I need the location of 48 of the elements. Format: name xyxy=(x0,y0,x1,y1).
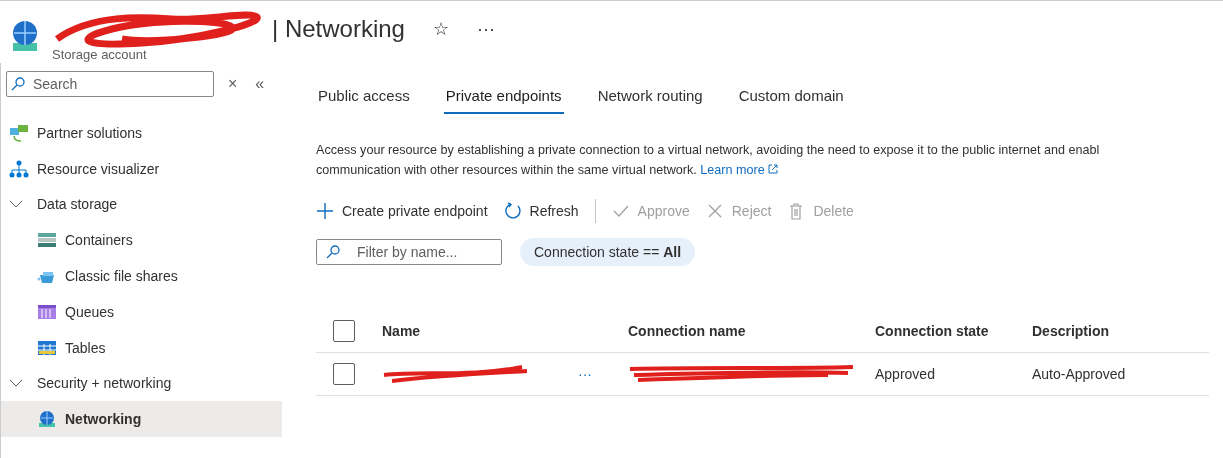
globe-icon xyxy=(10,19,40,53)
nav-item[interactable]: Networking xyxy=(1,401,282,438)
table-cell-text: Approved xyxy=(875,366,936,382)
toolbar-button[interactable]: Create private endpoint xyxy=(316,198,488,224)
more-button[interactable]: ··· xyxy=(578,366,628,382)
filter-field[interactable]: Filter by name... xyxy=(316,239,502,265)
nav-item[interactable]: Queues xyxy=(1,294,282,330)
select-all-checkbox[interactable] xyxy=(333,320,355,342)
collapse-button[interactable]: « xyxy=(251,75,269,93)
hierarchy-icon xyxy=(9,159,29,178)
tab[interactable]: Public access xyxy=(316,87,412,114)
chevron-icon xyxy=(9,378,23,389)
description-text: Access your resource by establishing a private connection to a virtual network, avoiding the need to expose it to the public internet and enabl xyxy=(316,142,1101,159)
nav-item[interactable]: Classic file shares xyxy=(1,258,282,294)
nav-item[interactable]: Containers xyxy=(1,222,282,259)
page-subtitle: Storage account xyxy=(52,47,148,62)
search-field[interactable]: Search xyxy=(6,71,214,97)
table-icon xyxy=(37,338,57,357)
nav-item[interactable]: Partner solutions xyxy=(1,115,282,151)
row-checkbox[interactable] xyxy=(333,363,355,385)
columns-icon xyxy=(37,302,57,321)
nav-group[interactable]: Security + networking xyxy=(1,365,282,402)
nav-group[interactable]: Data storage xyxy=(1,186,282,223)
tab[interactable]: Network routing xyxy=(595,87,705,114)
column-header: Connection state xyxy=(875,323,990,339)
clear-button[interactable]: × xyxy=(224,75,242,93)
nav-item[interactable]: Resource visualizer xyxy=(1,150,282,187)
column-header: Name xyxy=(382,323,422,339)
column-header: Connection name xyxy=(628,323,747,339)
external-link-icon xyxy=(767,164,778,174)
tab[interactable]: Private endpoints xyxy=(443,87,564,114)
plus-icon xyxy=(316,202,334,220)
table-cell-text: Auto-Approved xyxy=(1032,366,1127,382)
page-title: | Networking xyxy=(272,15,405,43)
stack-icon xyxy=(37,231,57,250)
learn-more-link[interactable]: Learn more xyxy=(700,163,778,177)
refresh-icon xyxy=(503,202,522,220)
puzzle-icon xyxy=(9,123,29,142)
column-header: Description xyxy=(1032,323,1110,339)
more-button[interactable]: ··· xyxy=(476,18,495,40)
globe-icon xyxy=(37,410,57,429)
nav-item[interactable]: Tables xyxy=(1,329,282,366)
tab[interactable]: Custom domain xyxy=(736,87,846,114)
filter-pill[interactable]: Connection state == All xyxy=(520,238,696,266)
description-text: communication with other resources within the same virtual network. Learn more xyxy=(316,160,1223,180)
chevron-icon xyxy=(9,199,23,210)
favorite-button[interactable]: ☆ xyxy=(432,18,449,40)
toolbar-button[interactable]: Refresh xyxy=(503,198,579,224)
